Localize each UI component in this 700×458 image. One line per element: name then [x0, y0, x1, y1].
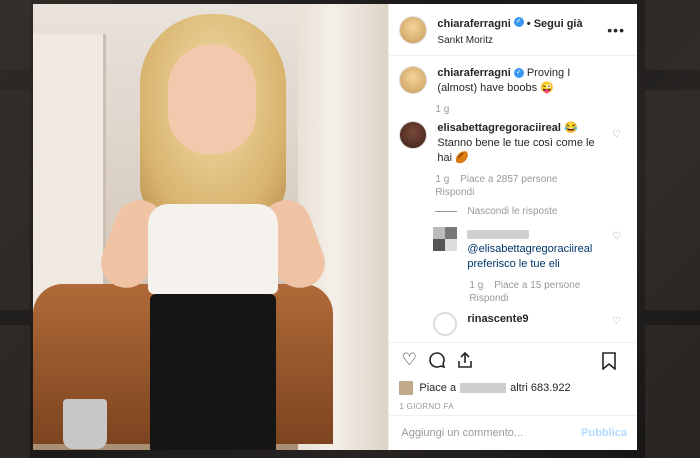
- post-photo[interactable]: [33, 4, 389, 450]
- share-icon[interactable]: [455, 350, 475, 370]
- location-link[interactable]: Sankt Moritz: [437, 35, 582, 46]
- post-modal: chiaraferragni ✓ • Segui già Sankt Moritz …: [33, 4, 637, 450]
- likes-summary[interactable]: Piace a altri 683.922: [389, 377, 637, 399]
- likes-count[interactable]: altri 683.922: [510, 382, 571, 394]
- comment-author[interactable]: elisabettagregoraciireal: [437, 122, 561, 134]
- hide-replies-button[interactable]: Nascondi le risposte: [467, 206, 557, 217]
- reply-avatar[interactable]: [433, 227, 458, 251]
- caption-author[interactable]: chiaraferragni: [437, 67, 510, 79]
- post-timestamp: 1 GIORNO FA: [399, 402, 454, 411]
- reply-likes-link[interactable]: Piace a 15 persone: [494, 280, 580, 291]
- heart-icon[interactable]: ♡: [612, 316, 621, 327]
- verified-icon: ✓: [513, 68, 524, 79]
- comment-input[interactable]: [399, 426, 574, 440]
- caption-row: chiaraferragni ✓ Proving I (almost) have …: [399, 66, 627, 96]
- reply-button[interactable]: Rispondi: [469, 293, 627, 304]
- comment-age: 1 g: [435, 174, 450, 185]
- comments-list[interactable]: chiaraferragni ✓ Proving I (almost) have …: [389, 56, 637, 342]
- action-bar: ♡: [389, 342, 637, 377]
- comment-likes-link[interactable]: Piace a 2857 persone: [460, 174, 557, 185]
- heart-icon[interactable]: ♡: [612, 129, 621, 140]
- more-options-icon[interactable]: •••: [607, 22, 625, 38]
- author-username[interactable]: chiaraferragni: [437, 18, 510, 30]
- publish-button[interactable]: Pubblica: [581, 427, 627, 439]
- comment-author[interactable]: rinascente9: [467, 313, 528, 325]
- follow-status-button[interactable]: • Segui già: [527, 18, 583, 30]
- reply-button[interactable]: Rispondi: [435, 187, 627, 198]
- verified-icon: ✓: [513, 17, 524, 28]
- comment-row: elisabettagregoraciireal 😂 Stanno bene l…: [399, 121, 627, 166]
- post-sidebar: chiaraferragni ✓ • Segui già Sankt Moritz …: [388, 4, 637, 450]
- comment-row: rinascente9 ♡: [433, 312, 627, 336]
- reply-text: @elisabettagregoraciireal preferisco le …: [467, 243, 593, 270]
- post-header: chiaraferragni ✓ • Segui già Sankt Moritz …: [389, 4, 637, 56]
- author-avatar[interactable]: [399, 15, 428, 44]
- reply-row: @elisabettagregoraciireal preferisco le …: [433, 227, 627, 272]
- reply-age: 1 g: [469, 280, 484, 291]
- bookmark-icon[interactable]: [599, 351, 619, 371]
- heart-icon[interactable]: ♡: [612, 231, 621, 242]
- liker-avatar: [399, 381, 414, 395]
- commenter-avatar[interactable]: [433, 312, 458, 336]
- likes-prefix: Piace a: [419, 382, 457, 394]
- comment-icon[interactable]: [427, 350, 447, 370]
- redacted-username: [467, 229, 530, 239]
- redacted-username: [460, 383, 507, 393]
- commenter-avatar[interactable]: [399, 121, 428, 149]
- caption-avatar[interactable]: [399, 66, 428, 94]
- caption-age: 1 g: [435, 104, 450, 115]
- comment-form: Pubblica: [389, 415, 637, 450]
- heart-icon[interactable]: ♡: [399, 350, 419, 370]
